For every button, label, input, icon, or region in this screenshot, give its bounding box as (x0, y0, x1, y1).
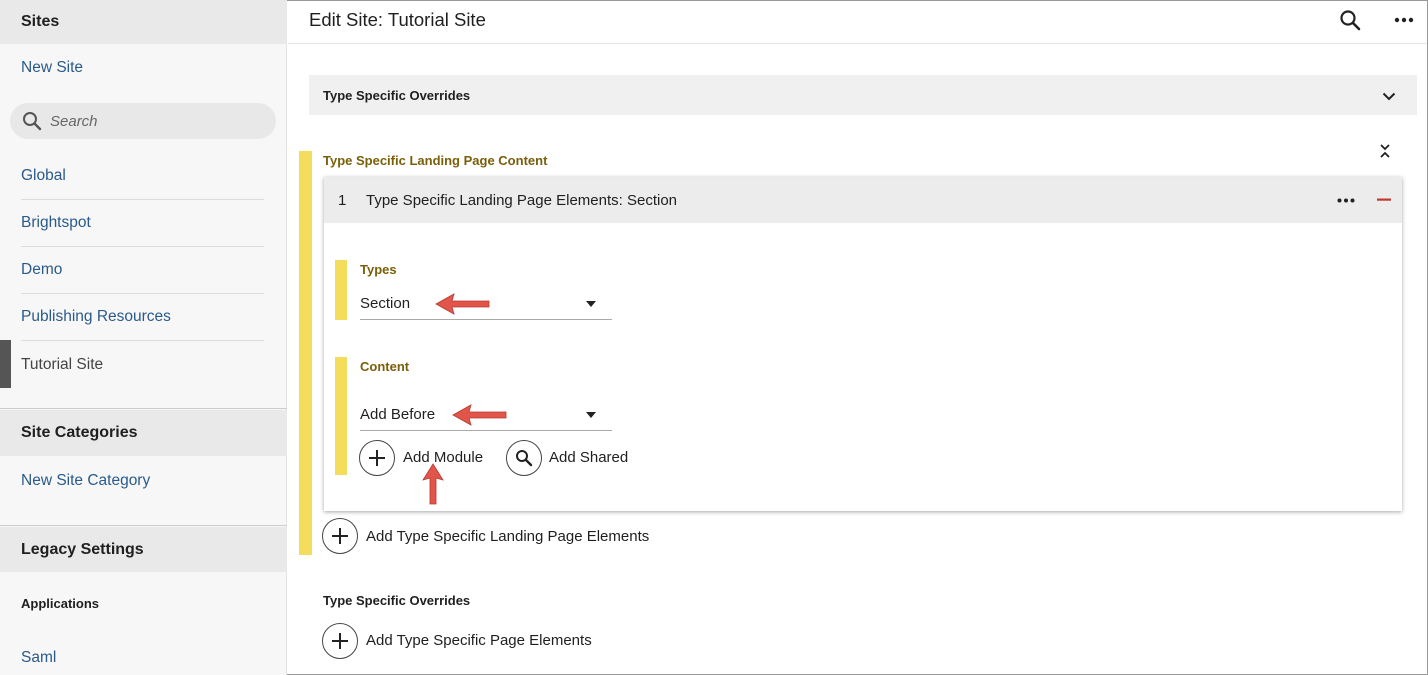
sidebar-header-legacy-settings: Legacy Settings (0, 527, 287, 572)
annotation-arrow-up-icon (422, 463, 444, 505)
plus-icon (369, 450, 385, 466)
sidebar-item-global[interactable]: Global (21, 167, 66, 185)
expand-toggle[interactable] (1380, 87, 1398, 105)
minus-icon (1377, 198, 1391, 201)
more-horizontal-icon (1394, 17, 1414, 23)
sidebar: Sites New Site Global Brightspot Demo Pu… (0, 0, 287, 675)
header-search-button[interactable] (1338, 8, 1362, 32)
type-specific-overrides-section[interactable]: Type Specific Overrides (309, 75, 1417, 115)
caret-down-icon (586, 301, 596, 307)
types-value: Section (360, 295, 411, 312)
content-label: Content (360, 359, 410, 374)
divider (21, 246, 264, 247)
sidebar-search[interactable] (10, 103, 276, 139)
search-icon (1340, 10, 1361, 31)
card-remove-button[interactable] (1375, 191, 1393, 209)
new-site-link[interactable]: New Site (21, 59, 83, 77)
divider (0, 525, 287, 526)
collapse-toggle[interactable] (1376, 142, 1394, 160)
add-shared-button[interactable] (506, 440, 542, 476)
section-label: Type Specific Overrides (323, 87, 471, 103)
card-more-button[interactable] (1336, 191, 1356, 209)
sidebar-item-demo[interactable]: Demo (21, 261, 62, 279)
card-header[interactable]: 1 Type Specific Landing Page Elements: S… (324, 177, 1402, 223)
sidebar-item-publishing-resources[interactable]: Publishing Resources (21, 308, 171, 326)
divider (21, 199, 264, 200)
search-input[interactable] (50, 112, 250, 130)
add-page-elements-label[interactable]: Add Type Specific Page Elements (366, 632, 592, 649)
add-shared-label[interactable]: Add Shared (549, 449, 628, 466)
header-more-button[interactable] (1392, 8, 1416, 32)
content-value: Add Before (360, 406, 436, 423)
add-page-elements-button[interactable] (322, 623, 358, 659)
sidebar-header-sites: Sites (0, 0, 287, 44)
annotation-arrow-left-icon (452, 404, 507, 426)
plus-icon (332, 528, 348, 544)
collapse-icon (1380, 144, 1390, 158)
page-title: Edit Site: Tutorial Site (309, 9, 486, 30)
add-landing-elements-label[interactable]: Add Type Specific Landing Page Elements (366, 528, 649, 545)
caret-down-icon (586, 412, 596, 418)
active-indicator (0, 340, 11, 388)
sidebar-header-site-categories: Site Categories (0, 410, 287, 456)
annotation-arrow-left-icon (435, 293, 490, 315)
divider (21, 340, 264, 341)
field-accent-bar (335, 357, 347, 475)
card-index: 1 (338, 191, 347, 209)
sidebar-item-saml[interactable]: Saml (21, 649, 56, 667)
divider (0, 408, 287, 409)
field-accent-bar (335, 260, 347, 320)
sidebar-item-tutorial-site[interactable]: Tutorial Site (21, 356, 103, 374)
search-icon (516, 450, 533, 467)
divider (21, 293, 264, 294)
plus-icon (332, 633, 348, 649)
section-accent-bar (299, 151, 312, 555)
card-title: Type Specific Landing Page Elements: Sec… (366, 191, 678, 209)
search-icon (23, 112, 42, 131)
chevron-down-icon (1382, 92, 1396, 100)
header-divider (288, 43, 1427, 44)
add-landing-elements-button[interactable] (322, 518, 358, 554)
sidebar-item-brightspot[interactable]: Brightspot (21, 214, 91, 232)
landing-element-card: 1 Type Specific Landing Page Elements: S… (324, 177, 1402, 511)
landing-content-label: Type Specific Landing Page Content (323, 153, 548, 168)
add-module-button[interactable] (359, 440, 395, 476)
applications-label: Applications (21, 596, 100, 611)
types-label: Types (360, 262, 397, 277)
more-horizontal-icon (1337, 198, 1355, 202)
new-site-category-link[interactable]: New Site Category (21, 472, 150, 490)
overrides-label: Type Specific Overrides (323, 593, 471, 608)
